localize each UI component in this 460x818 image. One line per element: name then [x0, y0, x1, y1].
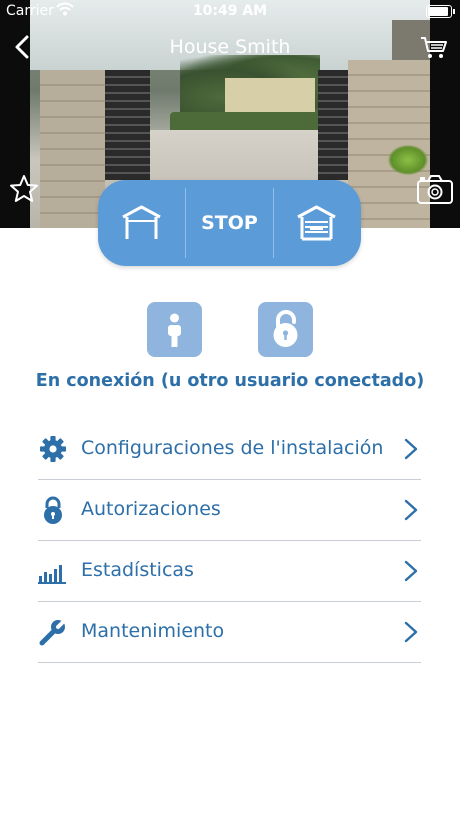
cart-icon[interactable]: [420, 35, 448, 61]
wrench-icon: [38, 618, 68, 646]
menu-item-configuration[interactable]: Configuraciones de l'instalación: [38, 419, 421, 480]
open-gate-icon: [98, 205, 185, 270]
menu-item-label: Configuraciones de l'instalación: [81, 437, 384, 459]
connection-status: En conexión (u otro usuario conectado): [35, 371, 425, 391]
chevron-right-icon: [403, 437, 419, 461]
page-title: House Smith: [169, 36, 291, 58]
gear-icon: [38, 435, 68, 463]
nav-bar: House Smith: [0, 26, 460, 70]
favorite-star-icon[interactable]: [8, 173, 40, 205]
battery-icon: [426, 5, 455, 18]
status-bar: Carrier 10:49 AM: [0, 0, 460, 24]
camera-icon[interactable]: [416, 173, 454, 205]
menu-item-maintenance[interactable]: Mantenimiento: [38, 602, 421, 663]
unlock-icon: [258, 310, 313, 361]
menu-item-label: Autorizaciones: [81, 498, 221, 520]
open-gate-button[interactable]: [98, 180, 185, 266]
unlock-button[interactable]: [258, 302, 313, 357]
close-gate-button[interactable]: [274, 180, 361, 266]
menu-item-statistics[interactable]: Estadísticas: [38, 541, 421, 602]
gate-control-bar: STOP: [98, 180, 361, 266]
menu-item-authorizations[interactable]: Autorizaciones: [38, 480, 421, 541]
clock: 10:49 AM: [192, 3, 268, 19]
lock-icon: [38, 496, 68, 524]
info-button[interactable]: [147, 302, 202, 357]
stop-button[interactable]: STOP: [186, 180, 273, 266]
bar-chart-icon: [38, 557, 68, 585]
close-gate-icon: [274, 205, 361, 270]
menu-item-label: Mantenimiento: [81, 620, 225, 642]
menu-item-label: Estadísticas: [81, 559, 194, 581]
chevron-right-icon: [403, 559, 419, 583]
chevron-right-icon: [403, 620, 419, 644]
chevron-right-icon: [403, 498, 419, 522]
settings-menu: Configuraciones de l'instalación Autoriz…: [38, 419, 421, 663]
info-icon: [147, 313, 202, 361]
